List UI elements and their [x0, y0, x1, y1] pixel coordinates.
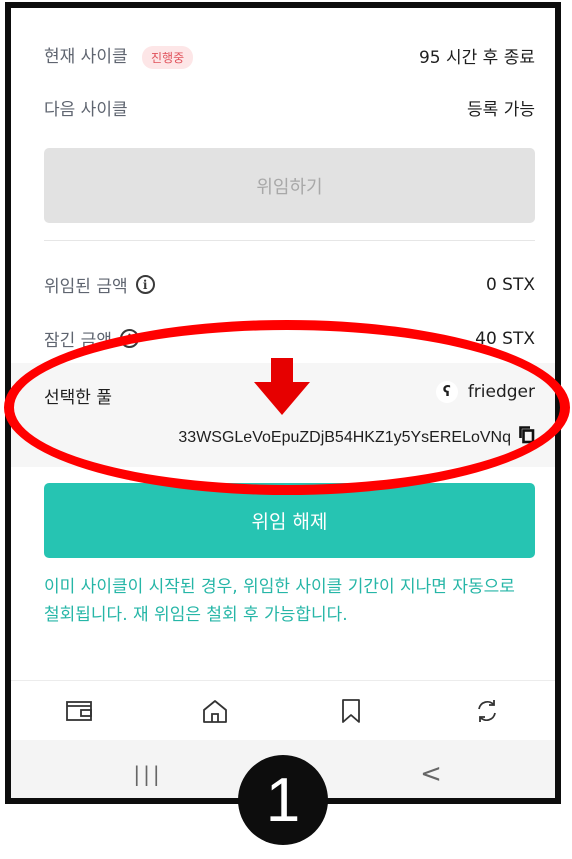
sync-icon[interactable] [457, 689, 517, 733]
notice-text: 이미 사이클이 시작된 경우, 위임한 사이클 기간이 지나면 자동으로 철회됩… [44, 577, 515, 625]
pool-name[interactable]: ʕ friedger [435, 381, 535, 403]
next-cycle-row: 다음 사이클 등록 가능 [44, 95, 535, 120]
down-arrow-icon [254, 358, 310, 415]
divider [44, 240, 535, 241]
step-number-badge: 1 [238, 755, 328, 845]
delegated-amount-row: 위임된 금액 i 0 STX [44, 272, 535, 298]
info-icon[interactable]: i [135, 275, 155, 294]
wallet-icon[interactable] [49, 689, 109, 733]
info-icon[interactable]: i [119, 329, 139, 348]
recent-apps-button[interactable]: ||| [128, 754, 168, 794]
bookmark-icon[interactable] [321, 689, 381, 733]
delegated-amount-value: 0 STX [485, 274, 535, 295]
current-cycle-value: 95 시간 후 종료 [418, 47, 535, 68]
revoke-delegation-button[interactable]: 위임 해제 [44, 483, 535, 558]
next-cycle-value: 등록 가능 [467, 100, 535, 120]
locked-amount-value: 40 STX [475, 328, 535, 349]
locked-amount-label: 잠긴 금액 [44, 331, 112, 351]
locked-amount-row: 잠긴 금액 i 40 STX [44, 326, 535, 352]
pool-name-text: friedger [467, 382, 535, 402]
next-cycle-label: 다음 사이클 [44, 100, 128, 120]
pool-address: 33WSGLeVoEpuZDjB54HKZ1y5YsERELoVNq [178, 426, 535, 449]
home-icon[interactable] [185, 689, 245, 733]
bottom-tabbar [11, 680, 555, 741]
delegate-button[interactable]: 위임하기 [44, 148, 535, 223]
back-icon: < [420, 759, 442, 789]
recent-apps-icon: ||| [133, 762, 163, 786]
status-badge: 진행중 [142, 45, 194, 69]
copy-icon[interactable] [519, 426, 535, 449]
pool-address-text: 33WSGLeVoEpuZDjB54HKZ1y5YsERELoVNq [178, 428, 511, 446]
current-cycle-row: 현재 사이클 진행중 95 시간 후 종료 [44, 42, 535, 69]
pool-avatar-icon: ʕ [435, 381, 458, 403]
selected-pool-label: 선택한 풀 [44, 388, 112, 408]
delegated-amount-label: 위임된 금액 [44, 277, 128, 297]
current-cycle-label: 현재 사이클 [44, 47, 128, 67]
back-button[interactable]: < [411, 754, 451, 794]
